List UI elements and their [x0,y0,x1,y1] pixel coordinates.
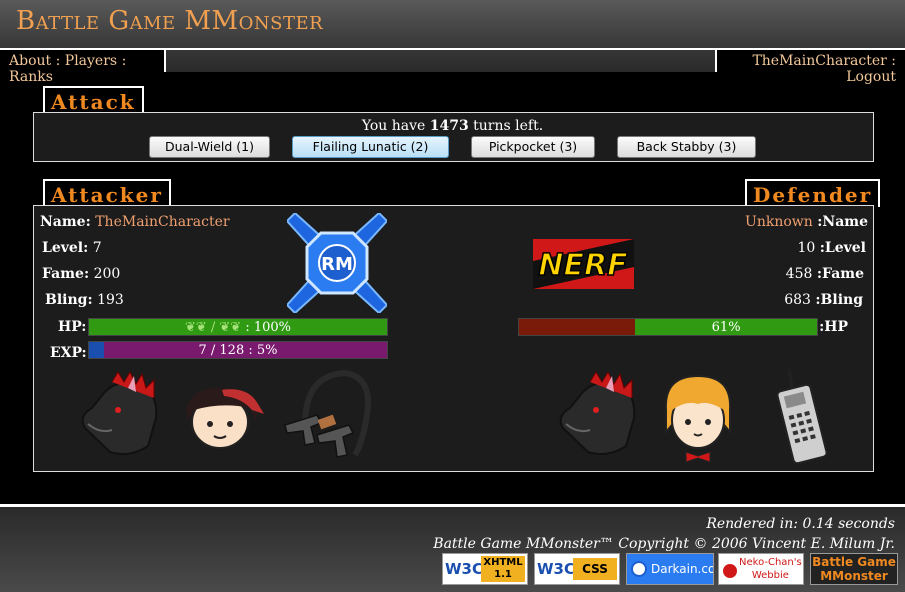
dual-wield-button[interactable]: Dual-Wield (1) [149,136,270,158]
blonde-kid-icon[interactable] [658,370,738,465]
flailing-lunatic-button[interactable]: Flailing Lunatic (2) [292,136,449,158]
defender-name-row: Unknown :Name [745,214,868,230]
attacker-hp-bar: ❦❦ / ❦❦ : 100% [88,318,388,336]
attacker-exp-bar: 7 / 128 : 5% [88,341,388,359]
attacker-fame-row: Fame: 200 [42,266,121,282]
attack-tab: Attack [43,86,144,114]
nav-logout-link[interactable]: Logout [846,69,896,85]
defender-hp-text: 61% [711,320,741,335]
attacker-bling-row: Bling: 193 [45,292,124,308]
defender-fame-row: 458 :Fame [785,266,864,282]
nav-profile-link[interactable]: TheMainCharacter [752,53,886,69]
svg-text:RM: RM [321,254,353,275]
attacker-name-row: Name: TheMainCharacter [40,214,230,230]
nav-separator: : [891,53,896,69]
attacker-hp-label: HP: [58,319,87,335]
defender-tab: Defender [745,179,881,207]
nav-separator: : [55,53,61,69]
dark-horse-icon[interactable] [70,368,165,463]
defender-bling-row: 683 :Bling [784,292,863,308]
defender-hp-bar: 61% [518,318,818,336]
w3c-css-badge[interactable]: W3C CSS [534,553,620,585]
copyright: Battle Game MMonster™ Copyright © 2006 V… [433,536,895,552]
darkain-logo-icon [631,561,647,577]
nav-separator: : [121,53,127,69]
attacker-exp-text: 7 / 128 : 5% [198,343,278,358]
handcuffs-pistol-icon[interactable] [275,365,375,465]
bgmm-badge[interactable]: Battle Game MMonster [810,553,898,585]
user-nav: TheMainCharacter : Logout [715,48,905,85]
attacker-name[interactable]: TheMainCharacter [95,214,229,230]
svg-text:NERF: NERF [538,248,628,283]
nav-players-link[interactable]: Players [65,53,117,69]
rm-logo-icon[interactable]: RM [285,211,389,315]
turns-remaining: You have 1473 turns left. [361,118,544,134]
render-time: Rendered in: 0.14 seconds [706,516,895,532]
defender-level-row: 10 :Level [797,240,866,256]
defender-hp-label: :HP [819,319,848,335]
neko-chan-badge[interactable]: Neko-Chan's Webbie [718,553,804,585]
defender-name[interactable]: Unknown [745,214,813,230]
nerf-logo-icon[interactable]: NERF [533,239,634,289]
heart-icon: ❦❦ / ❦❦ [184,320,242,335]
darkain-badge[interactable]: Darkain.com [626,553,714,585]
main-nav: About : Players : Ranks [0,48,166,85]
strawberry-icon [723,564,737,578]
pickpocket-button[interactable]: Pickpocket (3) [471,136,595,158]
nav-ranks-link[interactable]: Ranks [9,69,53,85]
attacker-level-row: Level: 7 [42,240,102,256]
site-title: Battle Game MMonster [16,6,324,36]
attacker-exp-label: EXP: [50,345,87,361]
dark-horse-icon[interactable] [548,368,643,463]
attacker-hp-text: ❦❦ / ❦❦ : 100% [184,320,292,335]
cell-phone-icon[interactable] [775,365,835,465]
attacker-tab: Attacker [43,179,171,207]
back-stabby-button[interactable]: Back Stabby (3) [617,136,756,158]
bandana-kid-icon[interactable] [172,380,267,455]
w3c-xhtml-badge[interactable]: W3C XHTML 1.1 [442,553,528,585]
header-divider [164,48,717,50]
nav-about-link[interactable]: About [9,53,51,69]
turns-count: 1473 [429,118,469,134]
